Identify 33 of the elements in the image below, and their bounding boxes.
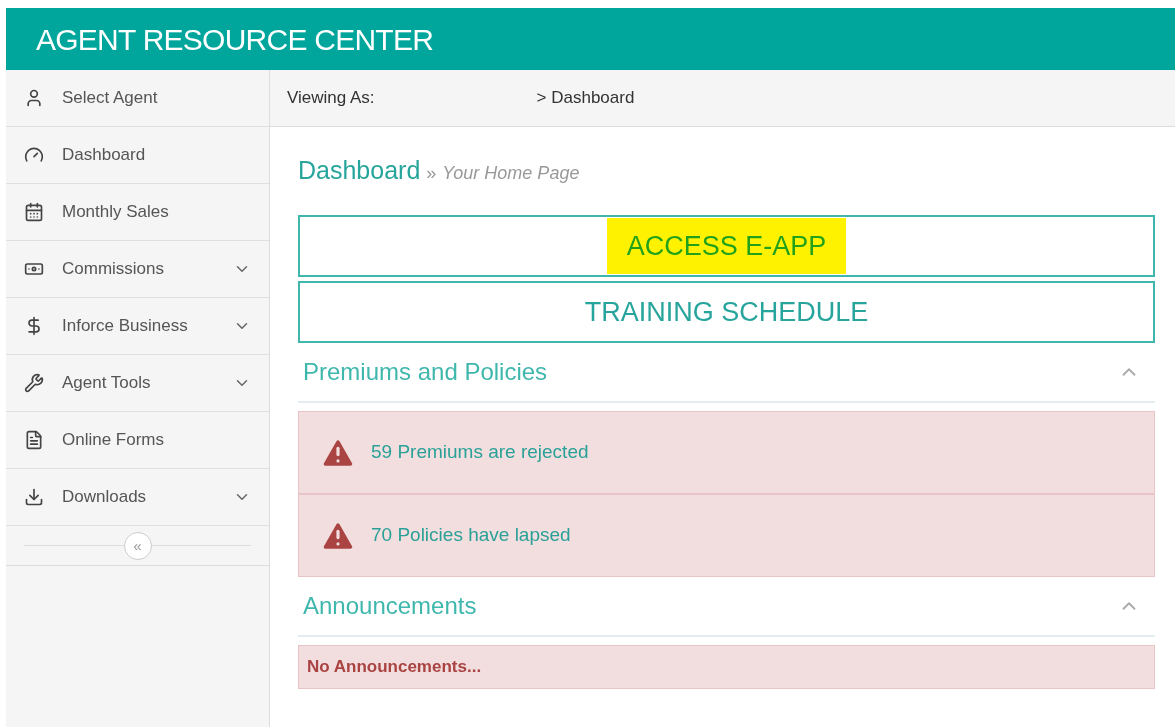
sidebar-item[interactable]: Monthly Sales bbox=[6, 184, 269, 241]
button-label: ACCESS E-APP bbox=[606, 217, 847, 275]
sidebar-label: Commissions bbox=[62, 258, 166, 281]
viewing-as-label: Viewing As: bbox=[287, 87, 375, 110]
sidebar-item[interactable]: Commissions bbox=[6, 241, 269, 298]
breadcrumb-path[interactable]: > Dashboard bbox=[536, 85, 635, 111]
sidebar-item[interactable]: Dashboard bbox=[6, 127, 269, 184]
section-title: Announcements bbox=[303, 591, 477, 621]
breadcrumb-separator: » bbox=[426, 162, 437, 185]
app-title: AGENT RESOURCE CENTER bbox=[36, 21, 434, 58]
wrench-icon bbox=[24, 373, 44, 393]
sidebar-item[interactable]: Online Forms bbox=[6, 412, 269, 469]
sidebar-item[interactable]: Agent Tools bbox=[6, 355, 269, 412]
sidebar-label: Select Agent bbox=[62, 87, 159, 110]
button-label: TRAINING SCHEDULE bbox=[584, 295, 869, 329]
alert-message: No Announcements... bbox=[307, 656, 482, 679]
sidebar-label: Online Forms bbox=[62, 429, 166, 452]
sidebar-label: Agent Tools bbox=[62, 372, 152, 395]
page-title: Dashboard bbox=[298, 155, 421, 186]
sidebar-label: Dashboard bbox=[62, 144, 147, 167]
sidebar-label: Downloads bbox=[62, 486, 148, 509]
sidebar-label: Monthly Sales bbox=[62, 201, 170, 224]
download-icon bbox=[24, 487, 44, 507]
sidebar-item[interactable]: Inforce Business bbox=[6, 298, 269, 355]
person-icon bbox=[24, 88, 44, 108]
gauge-icon bbox=[24, 145, 44, 165]
page-subtitle: Your Home Page bbox=[442, 162, 580, 185]
section-title: Premiums and Policies bbox=[303, 357, 548, 387]
sidebar-item[interactable]: Downloads bbox=[6, 469, 269, 526]
calendar-icon bbox=[24, 202, 44, 222]
document-icon bbox=[24, 430, 44, 450]
sidebar-label: Inforce Business bbox=[62, 315, 189, 338]
sidebar-item[interactable]: Select Agent bbox=[6, 70, 269, 127]
